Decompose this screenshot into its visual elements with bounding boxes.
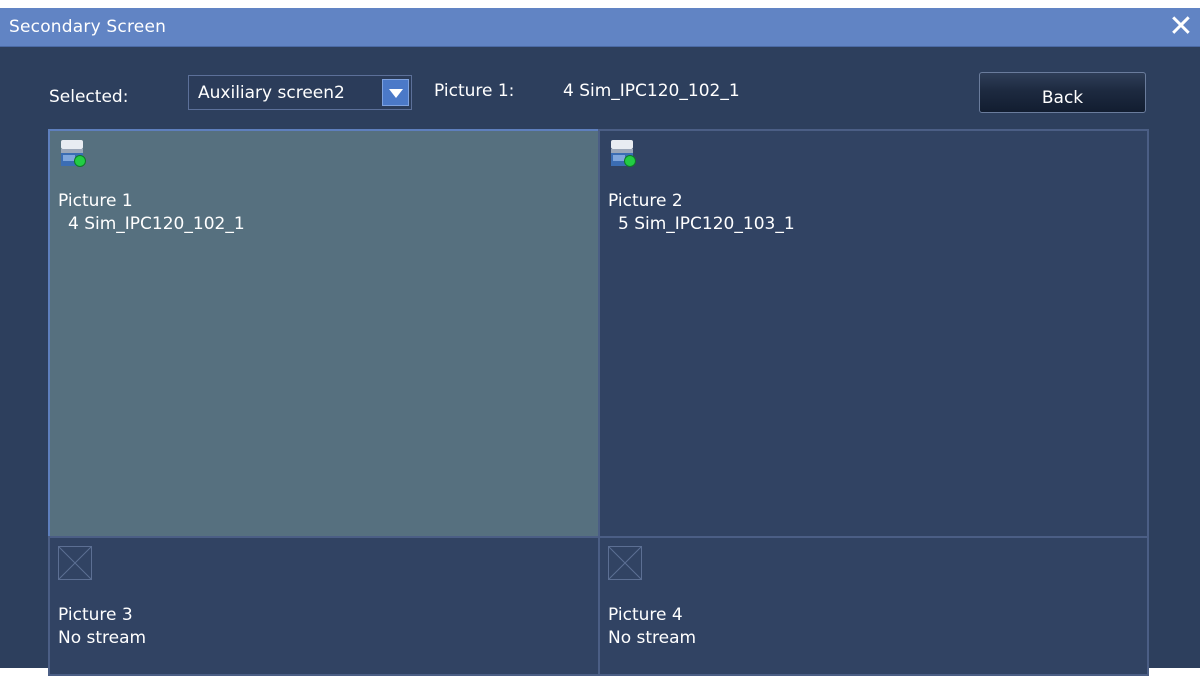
selected-label: Selected:: [49, 87, 129, 107]
picture-stream: 5 Sim_IPC120_103_1: [618, 214, 795, 234]
camera-online-icon: [611, 140, 636, 167]
close-icon: ✕: [1168, 9, 1194, 44]
picture-cell-1[interactable]: Picture 1 4 Sim_IPC120_102_1: [48, 129, 600, 538]
dialog-title: Secondary Screen: [9, 17, 167, 37]
picture-grid: Picture 1 4 Sim_IPC120_102_1 Picture 2 5…: [48, 129, 1149, 676]
picture-cell-2[interactable]: Picture 2 5 Sim_IPC120_103_1: [598, 129, 1149, 538]
chevron-down-icon[interactable]: [382, 79, 409, 106]
picture-cell-3[interactable]: Picture 3 No stream: [48, 536, 600, 676]
picture-name: Picture 1: [58, 191, 133, 211]
picture-name: Picture 4: [608, 605, 683, 625]
title-bar: Secondary Screen ✕: [0, 8, 1200, 47]
current-picture-value: 4 Sim_IPC120_102_1: [563, 81, 740, 101]
no-stream-placeholder-icon: [608, 546, 642, 580]
picture-stream: No stream: [608, 628, 697, 648]
screen-select-value: Auxiliary screen2: [198, 83, 345, 103]
secondary-screen-dialog: Secondary Screen ✕ Selected: Auxiliary s…: [0, 8, 1200, 676]
screen-select[interactable]: Auxiliary screen2: [188, 75, 412, 110]
picture-stream: No stream: [58, 628, 147, 648]
close-button[interactable]: ✕: [1164, 10, 1198, 44]
picture-name: Picture 2: [608, 191, 683, 211]
no-stream-placeholder-icon: [58, 546, 92, 580]
picture-stream: 4 Sim_IPC120_102_1: [68, 214, 245, 234]
camera-online-icon: [61, 140, 86, 167]
picture-cell-4[interactable]: Picture 4 No stream: [598, 536, 1149, 676]
current-picture-label: Picture 1:: [434, 81, 515, 101]
back-button[interactable]: Back: [979, 72, 1146, 113]
picture-name: Picture 3: [58, 605, 133, 625]
